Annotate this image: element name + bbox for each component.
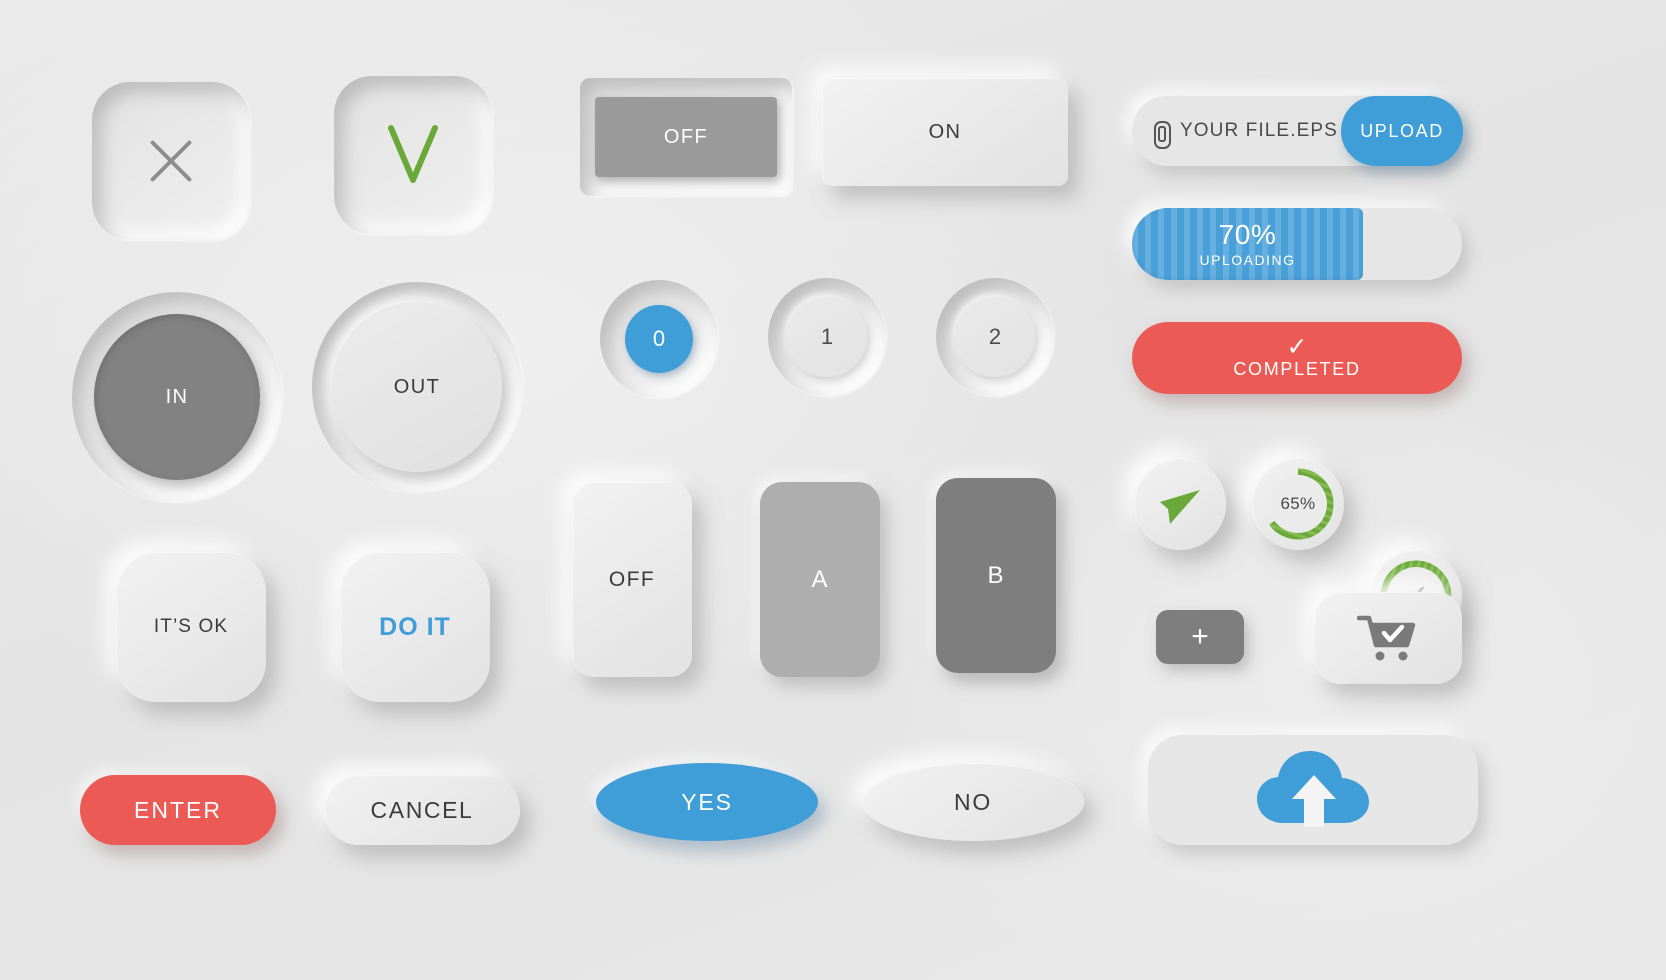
cancel-label: CANCEL: [370, 796, 474, 823]
do-it-button[interactable]: DO IT: [340, 552, 490, 702]
ring-progress-label: 65%: [1280, 494, 1316, 513]
progress-fill: 70% UPLOADING: [1132, 208, 1363, 280]
radio-option-1[interactable]: 1: [768, 278, 886, 396]
send-plane-icon: [1160, 490, 1200, 524]
circle-out-face[interactable]: OUT: [332, 302, 502, 472]
yes-label: YES: [681, 788, 733, 815]
radio-0-label: 0: [652, 326, 666, 351]
circle-button-out[interactable]: OUT: [312, 282, 522, 492]
completed-label: COMPLETED: [1233, 359, 1361, 380]
upload-button[interactable]: UPLOAD: [1341, 96, 1463, 166]
vertical-tab-b-label: B: [987, 561, 1005, 589]
cloud-upload-button[interactable]: [1148, 735, 1478, 845]
circle-button-in[interactable]: IN: [72, 292, 282, 502]
do-it-label: DO IT: [379, 612, 451, 641]
cloud-upload-icon: [1257, 751, 1369, 827]
cart-check-icon: [1357, 615, 1416, 661]
add-button[interactable]: +: [1156, 610, 1244, 664]
radio-2-label: 2: [988, 324, 1002, 349]
plus-icon: +: [1191, 620, 1209, 653]
no-label: NO: [953, 788, 993, 815]
toggle-on[interactable]: ON: [822, 78, 1068, 186]
its-ok-label: IT’S OK: [153, 616, 229, 637]
toggle-on-label: ON: [928, 120, 962, 143]
enter-button[interactable]: ENTER: [80, 775, 276, 845]
progress-status-label: UPLOADING: [1199, 251, 1296, 268]
toggle-off-knob[interactable]: OFF: [595, 97, 777, 177]
circle-in-label: IN: [165, 385, 189, 408]
toggle-off-label: OFF: [663, 125, 709, 148]
vertical-tab-a-label: A: [811, 565, 829, 593]
vertical-tab-b[interactable]: B: [936, 478, 1056, 673]
close-button[interactable]: [92, 82, 250, 240]
ui-kit-canvas: OFF ON YOUR FILE.EPS UPLOAD 70% UPLOADIN…: [0, 0, 1666, 980]
radio-option-0[interactable]: 0: [600, 280, 718, 398]
radio-0-fill[interactable]: 0: [625, 305, 693, 373]
upload-button-label: UPLOAD: [1360, 120, 1444, 141]
confirm-button[interactable]: [334, 76, 492, 234]
circle-out-label: OUT: [393, 375, 441, 398]
upload-filename: YOUR FILE.EPS: [1180, 120, 1338, 141]
radio-1-label: 1: [820, 324, 834, 349]
upload-progress-bar: 70% UPLOADING: [1132, 208, 1462, 280]
progress-percent-label: 70%: [1218, 218, 1277, 250]
radio-2-fill[interactable]: 2: [955, 297, 1035, 377]
check-v-icon: [388, 125, 438, 183]
ring-progress-widget: 65%: [1252, 458, 1344, 550]
radio-option-2[interactable]: 2: [936, 278, 1054, 396]
no-button[interactable]: NO: [862, 763, 1084, 841]
send-button[interactable]: [1134, 458, 1226, 550]
its-ok-button[interactable]: IT’S OK: [116, 552, 266, 702]
vertical-tab-off-label: OFF: [608, 567, 656, 591]
enter-label: ENTER: [134, 796, 222, 823]
paperclip-icon: [1154, 121, 1171, 149]
circle-in-face[interactable]: IN: [94, 314, 260, 480]
check-icon: ✓: [1286, 332, 1308, 361]
cart-button[interactable]: [1314, 592, 1462, 684]
ring-progress-face: 65%: [1269, 475, 1327, 533]
radio-1-fill[interactable]: 1: [787, 297, 867, 377]
toggle-off[interactable]: OFF: [580, 78, 792, 196]
yes-button[interactable]: YES: [596, 763, 818, 841]
close-x-icon: [141, 131, 201, 191]
cancel-button[interactable]: CANCEL: [324, 775, 520, 845]
completed-status-bar: ✓ COMPLETED: [1132, 322, 1462, 394]
vertical-tab-off[interactable]: OFF: [572, 482, 692, 677]
vertical-tab-a[interactable]: A: [760, 482, 880, 677]
